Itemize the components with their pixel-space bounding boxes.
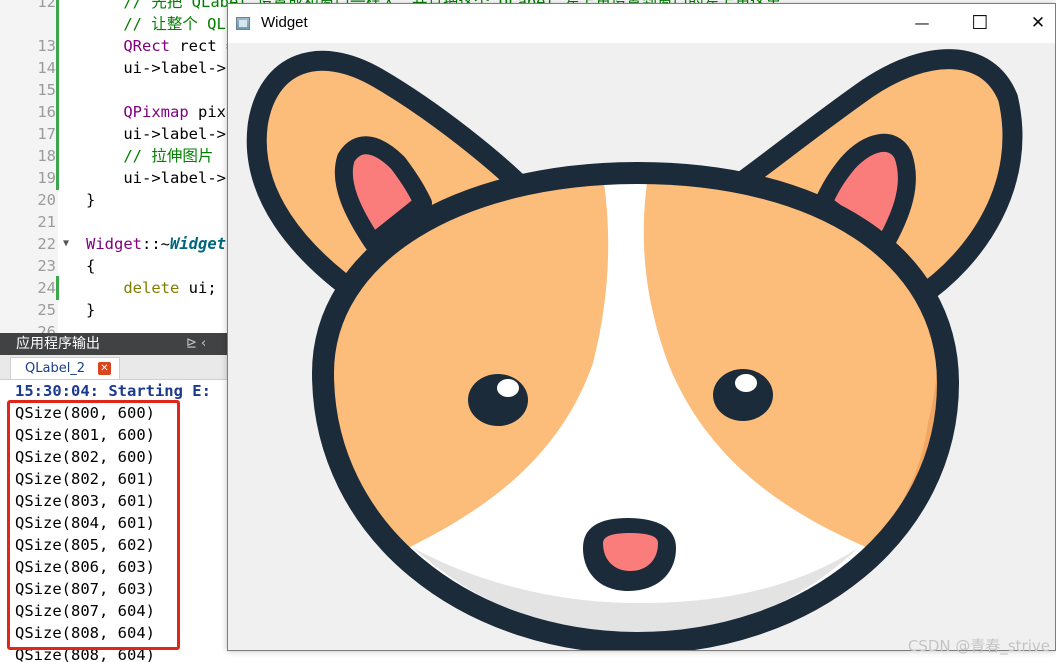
code-text: delete ui; — [86, 277, 217, 299]
window-client-area — [228, 43, 1055, 650]
line-number: 14 — [37, 59, 56, 77]
window-titlebar[interactable]: Widget — ☐ ✕ — [228, 4, 1055, 43]
code-token: delete — [123, 279, 180, 297]
code-text: Widget::~Widget() — [86, 233, 245, 255]
close-icon[interactable]: ✕ — [98, 362, 111, 375]
app-icon — [236, 17, 250, 30]
line-number: 23 — [37, 257, 56, 275]
code-token: // 拉伸图片 — [86, 147, 214, 165]
line-number: 19 — [37, 169, 56, 187]
output-tab-label: QLabel_2 — [25, 361, 86, 376]
code-token: ui; — [179, 279, 217, 297]
line-number: 12 — [37, 0, 56, 11]
left-eye-highlight — [497, 379, 519, 397]
start-message: 15:30:04: Starting E: — [15, 382, 211, 400]
code-token: ::~ — [142, 235, 170, 253]
line-number: 18 — [37, 147, 56, 165]
line-number: 26 — [37, 323, 56, 333]
line-number: 25 — [37, 301, 56, 319]
line-number: 21 — [37, 213, 56, 231]
left-eye — [468, 374, 528, 426]
code-token: Widget — [170, 235, 226, 253]
line-number: 16 — [37, 103, 56, 121]
minimize-button[interactable]: — — [893, 4, 951, 43]
line-number: 13 — [37, 37, 56, 55]
red-highlight-box — [7, 400, 180, 650]
watermark: CSDN @青春_strive — [907, 637, 1050, 655]
code-token: QPixmap — [86, 103, 189, 121]
line-number: 22 — [37, 235, 56, 253]
output-pane-title: 应用程序输出 — [16, 336, 100, 352]
code-token: QRect — [86, 37, 170, 55]
code-token: } — [86, 191, 96, 209]
output-tab[interactable]: QLabel_2 ✕ — [10, 357, 120, 379]
line-number: 17 — [37, 125, 56, 143]
code-text: } — [86, 189, 95, 211]
code-text: } — [86, 299, 95, 321]
widget-window[interactable]: Widget — ☐ ✕ — [227, 3, 1056, 651]
line-number: 15 — [37, 81, 56, 99]
right-eye-highlight — [735, 374, 757, 392]
code-token: { — [86, 257, 96, 275]
maximize-button[interactable]: ☐ — [951, 4, 1009, 43]
fold-toggle-icon[interactable]: ▼ — [63, 233, 69, 255]
code-token: Widget — [86, 235, 142, 253]
line-number: 20 — [37, 191, 56, 209]
code-text: { — [86, 255, 95, 277]
window-title: Widget — [261, 14, 308, 31]
code-token: } — [86, 301, 96, 319]
corgi-face-image — [246, 49, 1023, 650]
close-button[interactable]: ✕ — [1009, 4, 1055, 43]
code-text: // 拉伸图片 — [86, 145, 213, 167]
line-number: 24 — [37, 279, 56, 297]
output-toolbar-icons[interactable]: ⊵ ‹ — [186, 335, 206, 353]
